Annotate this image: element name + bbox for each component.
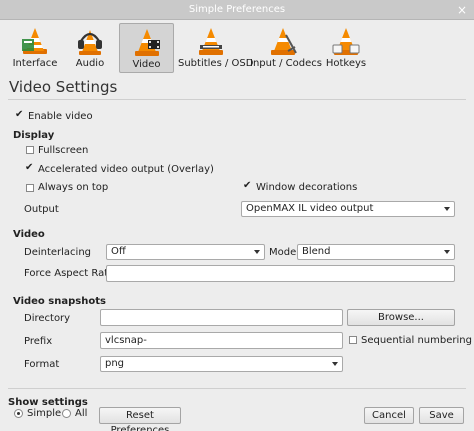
interface-cone-icon [22, 28, 47, 54]
deinterlacing-dropdown[interactable]: Off [106, 244, 265, 260]
output-value: OpenMAX IL video output [246, 203, 374, 214]
aspect-ratio-input[interactable] [106, 265, 455, 282]
footer-divider [8, 388, 466, 389]
format-value: png [105, 358, 125, 369]
prefix-input[interactable]: vlcsnap- [100, 332, 343, 349]
simple-label: Simple [27, 408, 62, 419]
display-section-title: Display [13, 130, 55, 141]
output-dropdown[interactable]: OpenMAX IL video output [241, 201, 455, 217]
tab-hotkeys-label: Hotkeys [325, 58, 367, 69]
all-label: All [75, 408, 88, 419]
video-cone-icon [134, 29, 160, 56]
prefix-label: Prefix [24, 336, 53, 347]
accelerated-output-label: Accelerated video output (Overlay) [38, 164, 214, 175]
tab-interface[interactable]: Interface [8, 23, 62, 73]
directory-label: Directory [24, 313, 71, 324]
tab-video-label: Video [132, 59, 161, 70]
deinterlacing-value: Off [111, 246, 126, 257]
chevron-down-icon [444, 207, 450, 211]
window-title: Simple Preferences [188, 4, 286, 15]
chevron-down-icon [444, 250, 450, 254]
chevron-down-icon [254, 250, 260, 254]
window-decorations-label: Window decorations [256, 182, 358, 193]
format-dropdown[interactable]: png [100, 356, 343, 372]
always-on-top-checkbox[interactable] [26, 184, 34, 192]
cancel-button[interactable]: Cancel [364, 407, 414, 424]
close-icon[interactable]: × [454, 2, 470, 18]
mode-value: Blend [302, 246, 331, 257]
tab-codecs-label: Input / Codecs [250, 58, 322, 69]
mode-label: Mode [269, 247, 297, 258]
tab-input-codecs[interactable]: Input / Codecs [250, 23, 322, 73]
aspect-ratio-label: Force Aspect Ratio [24, 268, 118, 279]
accelerated-output-checkbox[interactable] [25, 162, 35, 175]
window-decorations-checkbox[interactable] [243, 180, 253, 193]
directory-input[interactable] [100, 309, 343, 326]
deinterlacing-label: Deinterlacing [24, 247, 92, 258]
heading-divider [8, 99, 466, 100]
tab-audio[interactable]: Audio [66, 23, 114, 73]
tab-subtitles-label: Subtitles / OSD [178, 58, 254, 69]
fullscreen-label: Fullscreen [38, 145, 89, 156]
sequential-numbering-label: Sequential numbering [361, 335, 472, 346]
hotkeys-cone-icon [332, 28, 360, 55]
simple-radio[interactable] [14, 409, 23, 418]
save-button[interactable]: Save [419, 407, 464, 424]
page-title: Video Settings [9, 78, 118, 96]
codecs-cone-icon [271, 28, 297, 55]
video-section-title: Video [13, 229, 45, 240]
enable-video-label: Enable video [28, 111, 93, 122]
category-toolbar: Interface Audio Video Subtitles / OSD In… [0, 20, 474, 74]
snapshots-section-title: Video snapshots [13, 296, 106, 307]
tab-video[interactable]: Video [119, 23, 174, 73]
tab-subtitles-osd[interactable]: Subtitles / OSD [178, 23, 254, 73]
mode-dropdown[interactable]: Blend [297, 244, 455, 260]
fullscreen-checkbox[interactable] [26, 146, 34, 154]
subtitles-cone-icon [199, 28, 223, 55]
sequential-numbering-checkbox[interactable] [349, 336, 357, 344]
tab-audio-label: Audio [75, 58, 105, 69]
output-label: Output [24, 204, 59, 215]
tab-hotkeys[interactable]: Hotkeys [322, 23, 370, 73]
title-bar: Simple Preferences × [0, 0, 474, 20]
format-label: Format [24, 359, 60, 370]
show-settings-title: Show settings [8, 397, 88, 408]
audio-headphones-icon [78, 30, 102, 55]
enable-video-checkbox[interactable] [15, 109, 25, 122]
all-radio[interactable] [62, 409, 71, 418]
tab-interface-label: Interface [12, 58, 58, 69]
reset-preferences-button[interactable]: Reset Preferences [99, 407, 181, 431]
chevron-down-icon [332, 362, 338, 366]
always-on-top-label: Always on top [38, 182, 109, 193]
browse-button[interactable]: Browse... [347, 309, 455, 326]
